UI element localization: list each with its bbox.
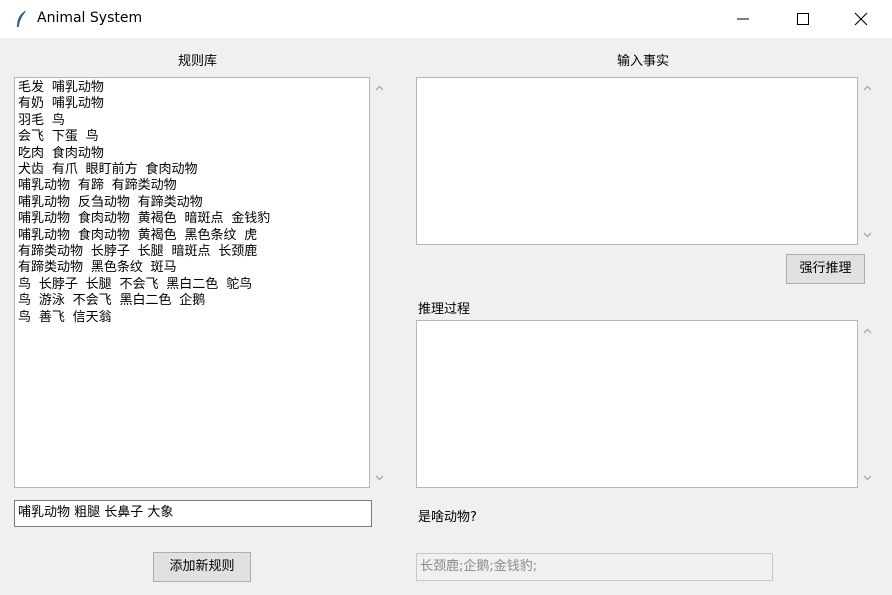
facts-heading: 输入事实 (617, 54, 670, 69)
rules-heading: 规则库 (178, 54, 218, 69)
process-textarea[interactable] (416, 320, 858, 488)
process-heading: 推理过程 (418, 302, 471, 317)
scroll-down-icon[interactable] (862, 229, 873, 240)
add-rule-button[interactable]: 添加新规则 (153, 552, 251, 582)
facts-scrollbar[interactable] (859, 77, 876, 245)
minimize-button[interactable] (720, 0, 766, 38)
scroll-up-icon[interactable] (374, 83, 385, 94)
new-rule-input[interactable]: 哺乳动物 粗腿 长鼻子 大象 (14, 500, 372, 527)
process-scrollbar[interactable] (859, 320, 876, 488)
rules-text: 毛发 哺乳动物 有奶 哺乳动物 羽毛 鸟 会飞 下蛋 鸟 吃肉 食肉动物 犬齿 … (18, 80, 271, 325)
feather-icon (14, 9, 30, 29)
rules-textarea[interactable]: 毛发 哺乳动物 有奶 哺乳动物 羽毛 鸟 会飞 下蛋 鸟 吃肉 食肉动物 犬齿 … (14, 77, 370, 488)
scroll-down-icon[interactable] (374, 472, 385, 483)
infer-button[interactable]: 强行推理 (786, 254, 865, 284)
close-icon (854, 12, 868, 26)
scroll-up-icon[interactable] (862, 326, 873, 337)
minimize-icon (737, 18, 749, 20)
title-bar: Animal System (0, 0, 892, 38)
maximize-button[interactable] (780, 0, 826, 38)
scroll-down-icon[interactable] (862, 472, 873, 483)
close-button[interactable] (838, 0, 884, 38)
maximize-icon (797, 13, 809, 25)
window-title: Animal System (37, 10, 143, 26)
scroll-up-icon[interactable] (862, 83, 873, 94)
facts-textarea[interactable] (416, 77, 858, 245)
result-field[interactable]: 长颈鹿;企鹅;金钱豹; (416, 553, 773, 581)
rules-scrollbar[interactable] (371, 77, 388, 488)
result-question: 是啥动物? (418, 510, 477, 525)
